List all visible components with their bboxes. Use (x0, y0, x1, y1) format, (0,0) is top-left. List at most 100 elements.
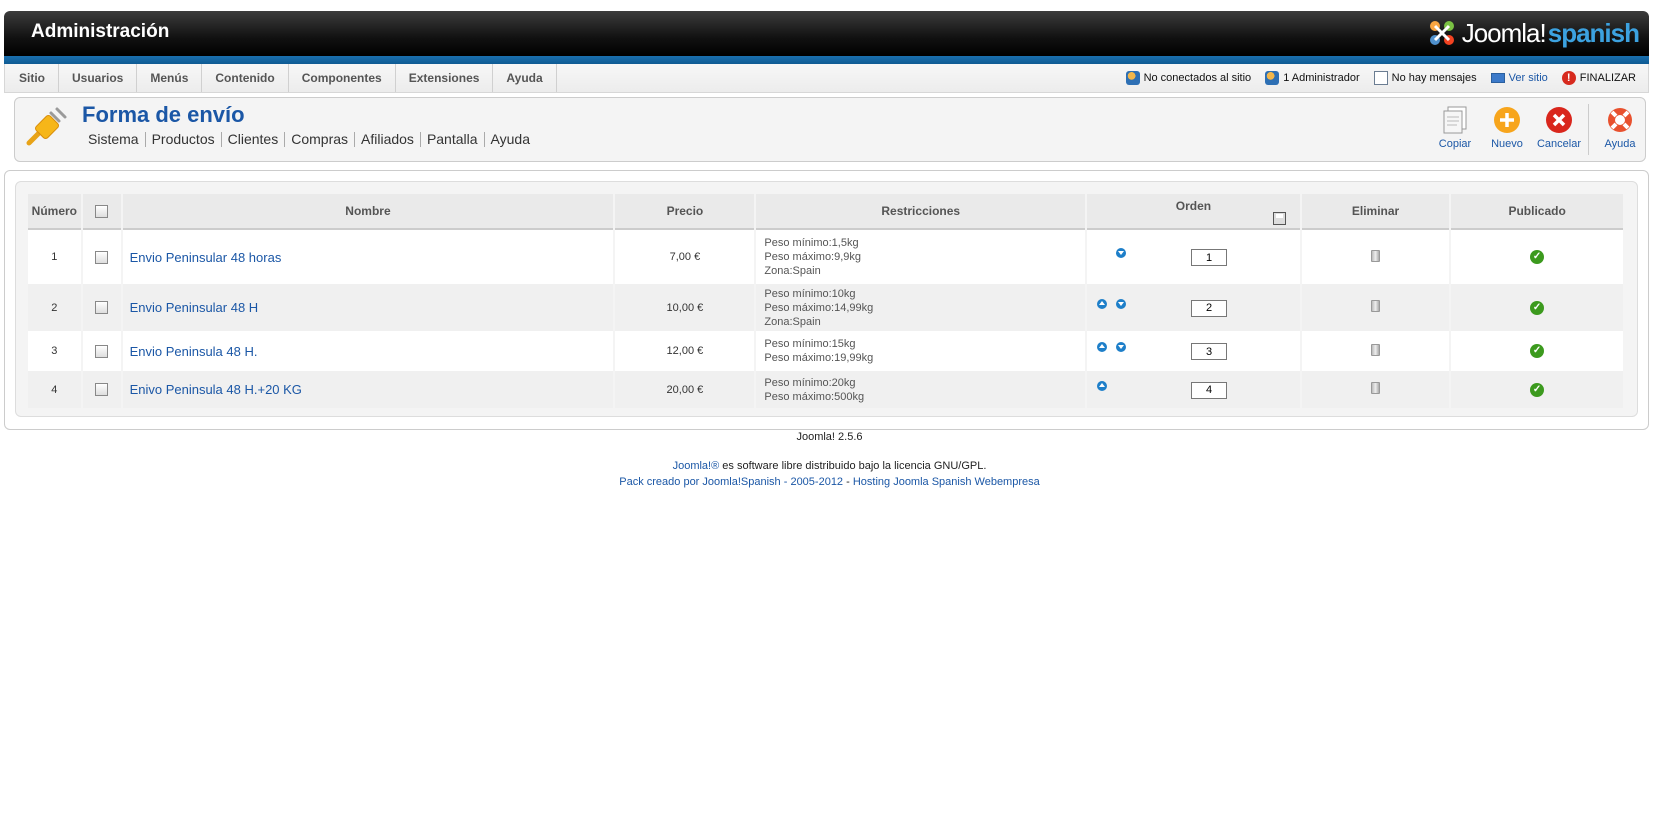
move-up-icon[interactable] (1097, 298, 1108, 309)
row-number: 3 (28, 331, 81, 371)
status-bar: No conectados al sitio 1 Administrador N… (1112, 64, 1636, 92)
logout-label[interactable]: FINALIZAR (1580, 72, 1636, 84)
published-check-icon[interactable]: ✓ (1530, 250, 1545, 264)
logout-icon: ! (1561, 71, 1576, 85)
status-visitors: No conectados al sitio (1125, 71, 1251, 85)
footer-credits: Pack creado por Joomla!Spanish - 2005-20… (0, 476, 1659, 488)
trash-icon[interactable] (1371, 300, 1381, 312)
published-check-icon[interactable]: ✓ (1530, 344, 1545, 358)
table-header-row: Número Nombre Precio Restricciones Orden… (28, 194, 1623, 230)
help-button[interactable]: Ayuda (1595, 98, 1645, 161)
row-name-cell: Envio Peninsular 48 H (122, 284, 614, 331)
new-button[interactable]: Nuevo (1482, 98, 1532, 161)
menu-item-ayuda[interactable]: Ayuda (493, 64, 557, 92)
col-restrictions[interactable]: Restricciones (756, 194, 1086, 230)
row-number: 1 (28, 230, 81, 284)
content-area: Número Nombre Precio Restricciones Orden… (4, 170, 1649, 430)
order-input[interactable] (1191, 381, 1228, 399)
published-check-icon[interactable]: ✓ (1530, 382, 1545, 397)
view-site-link[interactable]: Ver sitio (1490, 72, 1548, 84)
row-price: 12,00 € (615, 331, 755, 371)
col-select-all (82, 194, 121, 230)
component-submenu: Sistema Productos Clientes Compras Afili… (88, 132, 536, 147)
published-check-icon[interactable]: ✓ (1530, 300, 1545, 315)
col-order-label[interactable]: Orden (1087, 199, 1300, 213)
page-title: Forma de envío (82, 102, 245, 127)
row-checkbox[interactable] (95, 301, 109, 314)
row-select (82, 230, 121, 284)
pack-link[interactable]: Pack creado por Joomla!Spanish - 2005-20… (619, 476, 843, 488)
col-name[interactable]: Nombre (122, 194, 614, 230)
row-name-link[interactable]: Envio Peninsular 48 horas (130, 250, 282, 265)
restriction-min: Peso mínimo:1,5kg (764, 237, 859, 249)
move-down-icon[interactable] (1116, 298, 1127, 309)
save-order-icon[interactable] (1272, 212, 1286, 225)
row-checkbox[interactable] (95, 250, 109, 264)
row-delete (1301, 284, 1450, 331)
row-delete (1301, 331, 1450, 371)
submenu-productos[interactable]: Productos (144, 132, 221, 147)
move-down-icon[interactable] (1116, 248, 1127, 258)
row-name-link[interactable]: Envio Peninsular 48 H (130, 300, 259, 315)
menu-item-extensiones[interactable]: Extensiones (396, 64, 494, 92)
status-admins-label: 1 Administrador (1283, 72, 1360, 84)
restriction-max: Peso máximo:14,99kg (764, 301, 874, 314)
order-input[interactable] (1191, 299, 1228, 317)
trash-icon[interactable] (1371, 382, 1381, 394)
hosting-link[interactable]: Hosting Joomla Spanish Webempresa (853, 476, 1040, 488)
select-all-checkbox[interactable] (95, 205, 109, 219)
restriction-zone: Zona:Spain (764, 315, 821, 328)
joomla-logo: Joomla! spanish (1426, 16, 1640, 50)
license-text: es software libre distribuido bajo la li… (719, 460, 987, 472)
toolbar-buttons: Copiar Nuevo Cancelar Ayuda (1428, 98, 1645, 161)
restriction-max: Peso máximo:500kg (764, 390, 865, 403)
row-order (1087, 284, 1300, 331)
trash-icon[interactable] (1371, 249, 1381, 262)
col-delete: Eliminar (1301, 194, 1450, 230)
copy-button[interactable]: Copiar (1430, 98, 1480, 161)
add-icon (1494, 107, 1520, 133)
lifebuoy-icon (1608, 108, 1632, 132)
order-input[interactable] (1191, 249, 1228, 266)
menu-item-componentes[interactable]: Componentes (289, 64, 396, 92)
col-number[interactable]: Número (28, 194, 81, 230)
row-name-link[interactable]: Envio Peninsula 48 H. (130, 344, 258, 359)
move-up-icon[interactable] (1097, 342, 1108, 352)
submenu-pantalla[interactable]: Pantalla (419, 132, 484, 147)
logo-suffix: spanish (1547, 17, 1640, 48)
move-up-icon[interactable] (1097, 380, 1108, 391)
submenu-compras[interactable]: Compras (284, 132, 354, 147)
move-down-icon[interactable] (1116, 342, 1127, 352)
joomla-link[interactable]: Joomla!® (673, 460, 720, 472)
submenu-afiliados[interactable]: Afiliados (354, 132, 420, 147)
order-input[interactable] (1191, 343, 1228, 360)
submenu-clientes[interactable]: Clientes (220, 132, 285, 147)
row-order (1087, 331, 1300, 371)
row-name-link[interactable]: Enivo Peninsula 48 H.+20 KG (130, 382, 302, 397)
row-select (82, 284, 121, 331)
menu-item-sitio[interactable]: Sitio (5, 64, 59, 92)
table-row: 4 Enivo Peninsula 48 H.+20 KG 20,00 € Pe… (28, 371, 1623, 408)
logout-link[interactable]: ! FINALIZAR (1561, 71, 1636, 85)
row-published: ✓ (1451, 331, 1623, 371)
col-published[interactable]: Publicado (1451, 194, 1623, 230)
row-order (1087, 371, 1300, 408)
row-restrictions: Peso mínimo:20kg Peso máximo:500kg (756, 371, 1086, 408)
submenu-ayuda[interactable]: Ayuda (483, 132, 536, 147)
row-number: 2 (28, 284, 81, 331)
menu-item-menus[interactable]: Menús (137, 64, 203, 92)
col-price[interactable]: Precio (615, 194, 755, 230)
row-checkbox[interactable] (95, 344, 109, 358)
menu-item-contenido[interactable]: Contenido (202, 64, 289, 92)
cancel-button[interactable]: Cancelar (1534, 98, 1584, 161)
help-label: Ayuda (1604, 138, 1636, 150)
trash-icon[interactable] (1371, 343, 1381, 356)
status-admins: 1 Administrador (1265, 71, 1360, 85)
view-site-label[interactable]: Ver sitio (1509, 72, 1548, 84)
cancel-label: Cancelar (1536, 138, 1582, 150)
submenu-sistema[interactable]: Sistema (88, 132, 145, 147)
row-select (82, 371, 121, 408)
col-order: Orden (1087, 194, 1300, 230)
row-checkbox[interactable] (95, 383, 109, 396)
menu-item-usuarios[interactable]: Usuarios (59, 64, 138, 92)
